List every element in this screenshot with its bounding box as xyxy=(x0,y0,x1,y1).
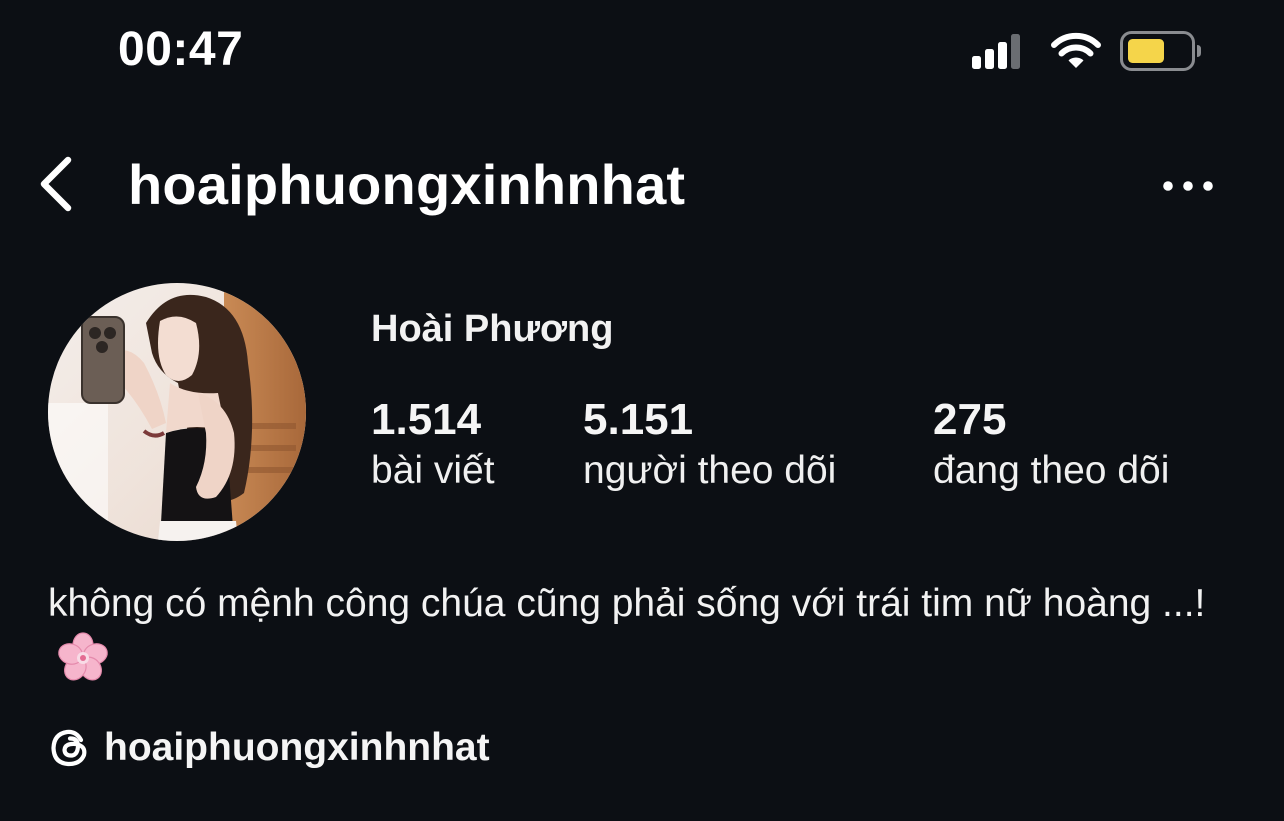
followers-label: người theo dõi xyxy=(583,449,837,492)
followers-count-stat[interactable]: 5.151 người theo dõi xyxy=(583,393,836,495)
back-button[interactable] xyxy=(30,150,86,220)
following-label: đang theo dõi xyxy=(933,449,1170,492)
cellular-signal-icon xyxy=(972,34,1020,69)
threads-handle: hoaiphuongxinhnhat xyxy=(104,726,490,769)
profile-username-title: hoaiphuongxinhnhat xyxy=(128,153,686,216)
posts-count-stat[interactable]: 1.514 bài viết xyxy=(371,393,495,495)
more-options-button[interactable] xyxy=(1156,168,1220,204)
threads-icon xyxy=(51,729,87,767)
threads-profile-link[interactable]: hoaiphuongxinhnhat xyxy=(48,722,490,774)
battery-icon xyxy=(1120,31,1201,71)
more-horizontal-icon xyxy=(1163,181,1213,191)
chevron-left-icon xyxy=(40,156,72,212)
posts-label: bài viết xyxy=(371,449,495,492)
bio-text: không có mệnh công chúa cũng phải sống v… xyxy=(48,582,1206,625)
following-count: 275 xyxy=(933,395,1007,444)
profile-bio: không có mệnh công chúa cũng phải sống v… xyxy=(48,578,1228,688)
profile-display-name: Hoài Phương xyxy=(371,308,614,350)
followers-count: 5.151 xyxy=(583,395,694,444)
posts-count: 1.514 xyxy=(371,395,482,444)
following-count-stat[interactable]: 275 đang theo dõi xyxy=(933,393,1169,495)
status-time: 00:47 xyxy=(118,23,244,76)
profile-avatar[interactable] xyxy=(48,283,306,541)
cherry-blossom-icon xyxy=(58,632,108,681)
wifi-icon xyxy=(1051,32,1101,68)
